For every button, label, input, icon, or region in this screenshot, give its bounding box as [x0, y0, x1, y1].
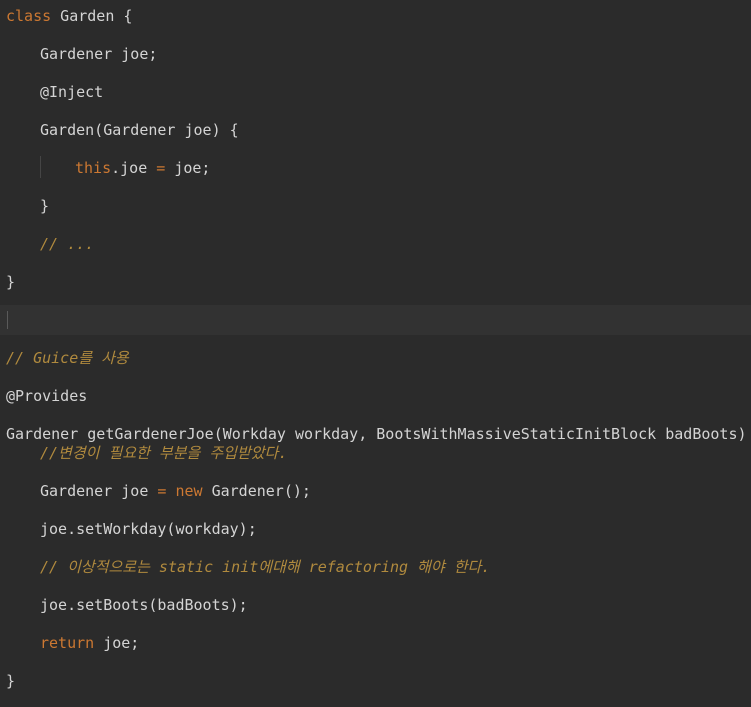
keyword-this: this	[75, 159, 112, 177]
keyword-class: class	[6, 7, 52, 25]
code-line-5[interactable]: this.joe = joe;	[0, 153, 751, 183]
annotation-inject: @Inject	[40, 83, 104, 101]
code-line-6[interactable]: }	[0, 191, 751, 221]
code-text: Gardener joe;	[40, 45, 158, 63]
code-text: }	[6, 273, 16, 291]
code-line-4[interactable]: Garden(Gardener joe) {	[0, 115, 751, 145]
code-line-13[interactable]: //변경이 필요한 부분을 주입받았다.	[0, 438, 751, 468]
code-text: }	[40, 197, 50, 215]
code-line-16[interactable]: // 이상적으로는 static init에대해 refactoring 해야 …	[0, 552, 751, 582]
code-line-11[interactable]: @Provides	[0, 381, 751, 411]
code-comment: // Guice를 사용	[6, 349, 129, 367]
code-text: joe;	[94, 634, 140, 652]
code-line-19[interactable]: }	[0, 666, 751, 696]
code-text: joe.setBoots(badBoots);	[40, 596, 248, 614]
code-line-17[interactable]: joe.setBoots(badBoots);	[0, 590, 751, 620]
code-line-14[interactable]: Gardener joe = new Gardener();	[0, 476, 751, 506]
code-text: Garden(Gardener joe) {	[40, 121, 239, 139]
code-text: Gardener();	[202, 482, 311, 500]
code-editor[interactable]: class Garden { Gardener joe; @Inject Gar…	[0, 0, 751, 707]
code-line-10[interactable]: // Guice를 사용	[0, 343, 751, 373]
code-text: .joe	[111, 159, 157, 177]
text-caret	[7, 311, 8, 329]
keyword-return: return	[40, 634, 95, 652]
current-line[interactable]	[0, 305, 751, 335]
code-line-7[interactable]: // ...	[0, 229, 751, 259]
code-line-2[interactable]: Gardener joe;	[0, 39, 751, 69]
code-line-1[interactable]: class Garden {	[0, 1, 751, 31]
code-comment: // ...	[40, 235, 95, 253]
code-line-8[interactable]: }	[0, 267, 751, 297]
code-text: }	[6, 672, 16, 690]
code-text: Garden {	[51, 7, 133, 25]
code-text: Gardener joe	[40, 482, 158, 500]
code-text: joe;	[165, 159, 211, 177]
code-text: joe.setWorkday(workday);	[40, 520, 257, 538]
code-line-18[interactable]: return joe;	[0, 628, 751, 658]
annotation-provides: @Provides	[6, 387, 88, 405]
code-comment: //변경이 필요한 부분을 주입받았다.	[40, 444, 288, 462]
keyword-new: new	[175, 482, 203, 500]
code-line-15[interactable]: joe.setWorkday(workday);	[0, 514, 751, 544]
assign-operator: =	[156, 159, 166, 177]
code-line-3[interactable]: @Inject	[0, 77, 751, 107]
code-comment: // 이상적으로는 static init에대해 refactoring 해야 …	[40, 558, 491, 576]
